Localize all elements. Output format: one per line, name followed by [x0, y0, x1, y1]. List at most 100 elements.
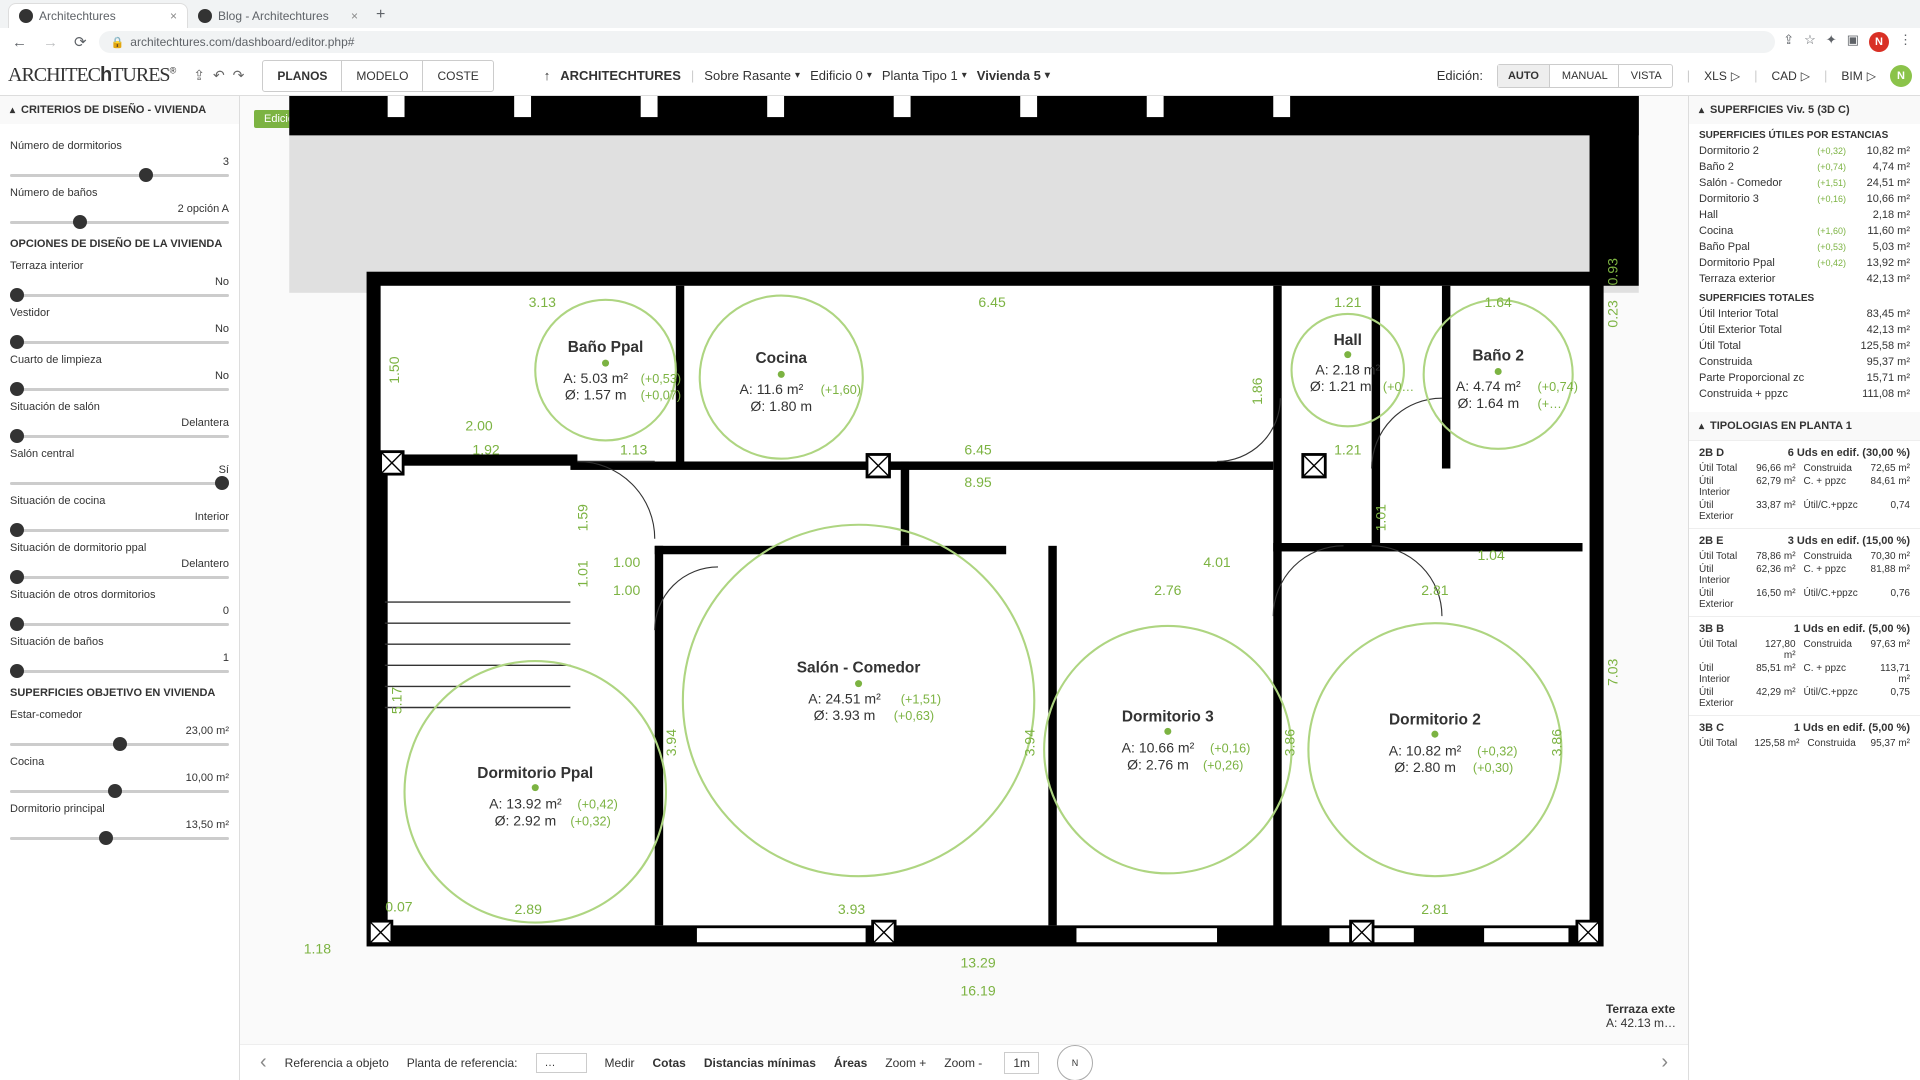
dormp-label: Dormitorio principal [10, 803, 229, 815]
nBedrooms-label: Número de dormitorios [10, 140, 229, 152]
ref-planta-select[interactable]: … [536, 1053, 587, 1073]
estar-slider[interactable] [10, 743, 229, 746]
menu-icon[interactable]: ⋮ [1899, 32, 1912, 52]
profile-avatar[interactable]: N [1869, 32, 1889, 52]
svg-text:0.93: 0.93 [1605, 258, 1621, 286]
svg-text:0.23: 0.23 [1605, 300, 1621, 328]
compass-icon[interactable]: N [1057, 1045, 1093, 1080]
limpieza-slider[interactable] [10, 388, 229, 391]
svg-text:(+0,42): (+0,42) [577, 798, 617, 812]
floorplan-canvas[interactable]: Edición Multivivienda [240, 96, 1688, 1080]
close-icon[interactable]: × [351, 9, 358, 23]
app-avatar[interactable]: N [1890, 65, 1912, 87]
otros-dorm-slider[interactable] [10, 623, 229, 626]
nBaths-slider[interactable] [10, 221, 229, 224]
nBaths-val: 2 opción A [10, 203, 229, 215]
salon-cent-val: Sí [10, 464, 229, 476]
right-panel: ▴SUPERFICIES Viv. 5 (3D C) SUPERFICIES Ú… [1688, 96, 1920, 1080]
svg-text:2.76: 2.76 [1154, 582, 1182, 598]
close-icon[interactable]: × [170, 9, 177, 23]
back-icon[interactable]: ← [8, 32, 31, 53]
typologies-header[interactable]: ▴TIPOLOGIAS EN PLANTA 1 [1689, 412, 1920, 440]
export-cad[interactable]: CAD▷ [1771, 69, 1810, 83]
vestidor-slider[interactable] [10, 341, 229, 344]
svg-text:3.86: 3.86 [1548, 729, 1564, 757]
surface-row: Dormitorio 2(+0,32)10,82 m² [1689, 143, 1920, 159]
svg-text:2.00: 2.00 [465, 418, 493, 434]
svg-text:Ø: 2.76 m: Ø: 2.76 m [1127, 756, 1189, 772]
svg-text:(+0,16): (+0,16) [1210, 741, 1250, 755]
btn-manual[interactable]: MANUAL [1552, 65, 1619, 87]
svg-text:(+0…: (+0… [1383, 380, 1414, 394]
cocina-label: Cocina [10, 756, 229, 768]
bookmark-icon[interactable]: ☆ [1804, 32, 1816, 52]
btn-auto[interactable]: AUTO [1498, 65, 1550, 87]
export-xls[interactable]: XLS▷ [1704, 69, 1740, 83]
surfaces-header[interactable]: ▴SUPERFICIES Viv. 5 (3D C) [1689, 96, 1920, 124]
svg-text:8.95: 8.95 [964, 474, 992, 490]
banos-sit-val: 1 [10, 652, 229, 664]
bc-planta[interactable]: Planta Tipo 1▾ [882, 68, 967, 83]
criteria-header[interactable]: ▴CRITERIOS DE DISEÑO - VIVIENDA [0, 96, 239, 124]
share-icon[interactable]: ⇪ [1783, 32, 1794, 52]
undo-icon[interactable]: ↶ [213, 67, 225, 84]
estar-val: 23,00 m² [10, 725, 229, 737]
dorm-ppal-label: Situación de dormitorio ppal [10, 542, 229, 554]
up-icon[interactable]: ↑ [544, 68, 551, 83]
svg-text:1.01: 1.01 [1373, 504, 1389, 532]
svg-text:Ø: 1.57 m: Ø: 1.57 m [565, 387, 627, 403]
salon-sit-slider[interactable] [10, 435, 229, 438]
panel-icon[interactable]: ▣ [1847, 32, 1859, 52]
banos-sit-slider[interactable] [10, 670, 229, 673]
svg-text:3.94: 3.94 [663, 729, 679, 757]
svg-text:2.81: 2.81 [1421, 582, 1449, 598]
upload-icon[interactable]: ⇪ [193, 67, 205, 84]
export-bim[interactable]: BIM▷ [1841, 69, 1876, 83]
reload-icon[interactable]: ⟳ [70, 31, 91, 53]
browser-tab-inactive[interactable]: Blog - Architechtures × [188, 4, 368, 28]
bc-edificio[interactable]: Edificio 0▾ [810, 68, 872, 83]
svg-text:3.94: 3.94 [1021, 729, 1037, 757]
nBedrooms-slider[interactable] [10, 174, 229, 177]
btn-zoom-out[interactable]: Zoom - [944, 1056, 982, 1070]
cocina-slider[interactable] [10, 790, 229, 793]
dorm-ppal-slider[interactable] [10, 576, 229, 579]
btn-zoom-in[interactable]: Zoom + [885, 1056, 926, 1070]
btn-vista[interactable]: VISTA [1621, 65, 1672, 87]
salon-cent-label: Salón central [10, 448, 229, 460]
ref-object[interactable]: Referencia a objeto [285, 1056, 389, 1070]
tab-coste[interactable]: COSTE [423, 61, 492, 91]
tab-modelo[interactable]: MODELO [342, 61, 423, 91]
tab-planos[interactable]: PLANOS [263, 61, 342, 91]
btn-dist[interactable]: Distancias mínimas [704, 1056, 816, 1070]
surface-row: Dormitorio 3(+0,16)10,66 m² [1689, 191, 1920, 207]
sec-estancias: SUPERFICIES ÚTILES POR ESTANCIAS [1689, 124, 1920, 143]
svg-text:(+1,60): (+1,60) [821, 383, 861, 397]
tab-title: Architechtures [39, 9, 116, 23]
cocina-val: 10,00 m² [10, 772, 229, 784]
terraza-slider[interactable] [10, 294, 229, 297]
bc-rasante[interactable]: Sobre Rasante▾ [704, 68, 800, 83]
btn-medir[interactable]: Medir [605, 1056, 635, 1070]
surface-row: Terraza exterior42,13 m² [1689, 271, 1920, 287]
btn-cotas[interactable]: Cotas [653, 1056, 686, 1070]
url-bar[interactable]: 🔒 architechtures.com/dashboard/editor.ph… [99, 31, 1776, 53]
cocina-sit-label: Situación de cocina [10, 495, 229, 507]
next-icon[interactable]: › [1661, 1051, 1668, 1074]
new-tab-button[interactable]: + [368, 2, 393, 28]
dormp-slider[interactable] [10, 837, 229, 840]
svg-text:1.04: 1.04 [1477, 547, 1505, 563]
cocina-sit-slider[interactable] [10, 529, 229, 532]
svg-text:(+1,51): (+1,51) [901, 692, 941, 706]
browser-tab-active[interactable]: Architechtures × [8, 3, 188, 28]
redo-icon[interactable]: ↷ [233, 67, 245, 84]
salon-cent-slider[interactable] [10, 482, 229, 485]
prev-icon[interactable]: ‹ [260, 1051, 267, 1074]
btn-areas[interactable]: Áreas [834, 1056, 867, 1070]
bc-root[interactable]: ARCHITECHTURES [560, 68, 681, 83]
bc-vivienda[interactable]: Vivienda 5▾ [977, 68, 1050, 83]
vestidor-label: Vestidor [10, 307, 229, 319]
extensions-icon[interactable]: ✦ [1826, 32, 1837, 52]
forward-icon[interactable]: → [39, 32, 62, 53]
svg-text:A: 10.82 m²: A: 10.82 m² [1389, 742, 1462, 758]
